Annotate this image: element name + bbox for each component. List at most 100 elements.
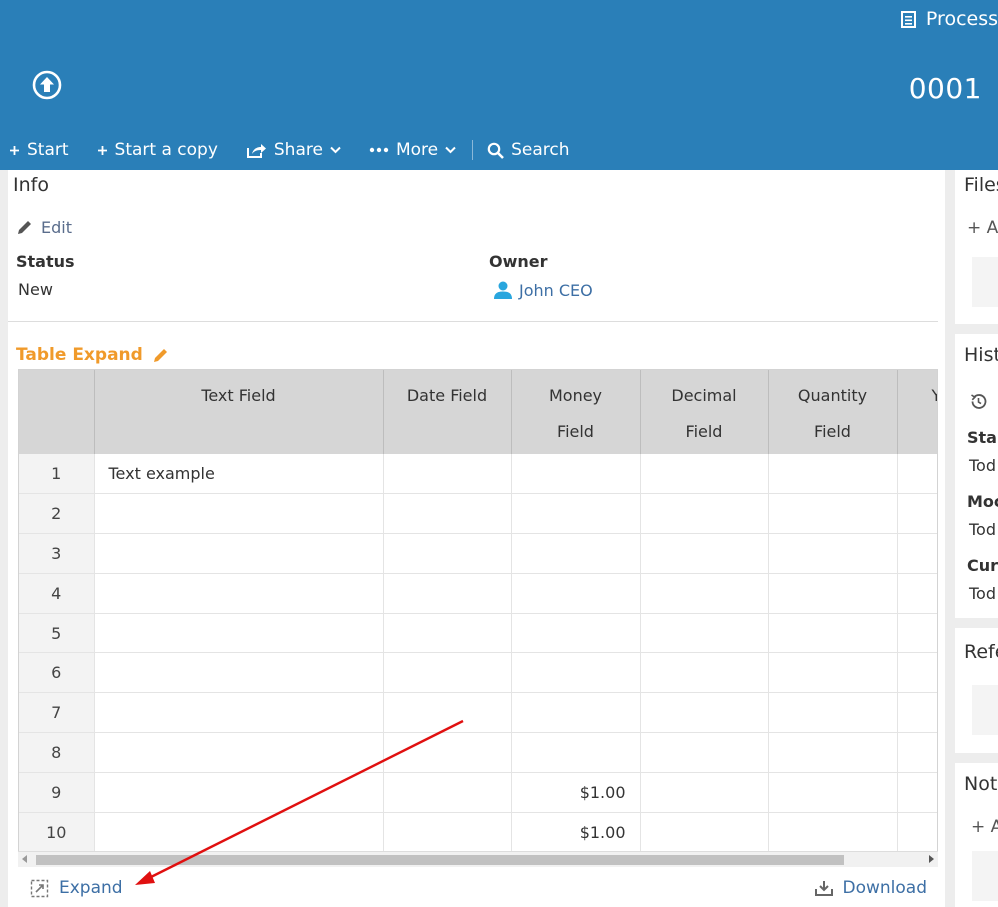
files-add-button[interactable]: + A [967,218,998,238]
table-row[interactable]: 9 $1.00 [19,772,937,813]
table-row[interactable]: 1 Text example [19,454,937,495]
upload-circle-icon[interactable] [32,70,62,100]
truncated-field-cell[interactable] [897,772,937,813]
table-row[interactable]: 5 [19,613,937,654]
table-row[interactable]: 7 [19,692,937,734]
text-field-cell[interactable] [94,772,384,813]
scroll-left-arrow[interactable] [22,855,27,863]
text-field-cell[interactable] [94,613,384,654]
share-dropdown[interactable]: Share [246,140,341,160]
table-row[interactable]: 10 $1.00 [19,812,937,853]
truncated-field-cell[interactable] [897,812,937,853]
text-field-cell[interactable] [94,652,384,694]
header-decimal-field[interactable]: Decimal Field [640,370,769,454]
decimal-field-cell[interactable] [640,652,769,694]
date-field-cell[interactable] [383,613,512,654]
quantity-field-cell[interactable] [768,493,898,535]
notes-box[interactable] [972,851,998,901]
money-field-cell[interactable]: $1.00 [511,812,641,853]
money-field-cell[interactable] [511,533,641,574]
decimal-field-cell[interactable] [640,493,769,535]
truncated-field-cell[interactable] [897,613,937,654]
truncated-field-cell[interactable] [897,652,937,694]
text-field-cell[interactable] [94,732,384,773]
files-dropzone[interactable] [972,257,998,307]
decimal-field-cell[interactable] [640,454,769,495]
quantity-field-cell[interactable] [768,692,898,734]
date-field-cell[interactable] [383,573,512,614]
history-icon[interactable] [969,392,988,411]
header-truncated-field[interactable]: Y [897,370,937,454]
truncated-field-cell[interactable] [897,573,937,614]
date-field-cell[interactable] [383,493,512,535]
edit-button[interactable]: Edit [16,218,72,237]
notes-add-button[interactable]: + A [971,817,998,837]
table-row[interactable]: 6 [19,652,937,694]
table-row[interactable]: 4 [19,573,937,614]
table-row[interactable]: 3 [19,533,937,574]
date-field-cell[interactable] [383,772,512,813]
text-field-cell[interactable] [94,692,384,734]
text-field-cell[interactable] [94,573,384,614]
pencil-icon[interactable] [153,347,169,363]
text-field-cell[interactable]: Text example [94,454,384,495]
text-field-cell[interactable] [94,812,384,853]
table-row[interactable]: 2 [19,493,937,535]
money-field-cell[interactable] [511,493,641,535]
decimal-field-cell[interactable] [640,613,769,654]
truncated-field-cell[interactable] [897,732,937,773]
table-row[interactable]: 8 [19,732,937,773]
data-table: Text Field Date Field Money Field Decimal… [19,370,937,853]
money-field-cell[interactable] [511,732,641,773]
date-field-cell[interactable] [383,454,512,495]
decimal-field-cell[interactable] [640,533,769,574]
download-button[interactable]: Download [815,878,927,898]
date-field-cell[interactable] [383,812,512,853]
owner-link[interactable]: John CEO [493,280,593,300]
quantity-field-cell[interactable] [768,772,898,813]
header-money-field[interactable]: Money Field [511,370,641,454]
quantity-field-cell[interactable] [768,573,898,614]
text-field-cell[interactable] [94,493,384,535]
quantity-field-cell[interactable] [768,732,898,773]
horizontal-scrollbar[interactable] [18,851,938,867]
scroll-thumb[interactable] [36,855,844,865]
money-field-cell[interactable] [511,652,641,694]
date-field-cell[interactable] [383,652,512,694]
scroll-right-arrow[interactable] [929,855,934,863]
money-field-cell[interactable] [511,454,641,495]
quantity-field-cell[interactable] [768,454,898,495]
expand-button[interactable]: Expand [30,878,123,898]
quantity-field-cell[interactable] [768,533,898,574]
decimal-field-cell[interactable] [640,692,769,734]
header-text-field[interactable]: Text Field [94,370,384,454]
decimal-field-cell[interactable] [640,772,769,813]
decimal-field-cell[interactable] [640,573,769,614]
truncated-field-cell[interactable] [897,533,937,574]
date-field-cell[interactable] [383,533,512,574]
decimal-field-cell[interactable] [640,812,769,853]
search-button[interactable]: Search [487,140,570,160]
date-field-cell[interactable] [383,692,512,734]
info-title: Info [13,174,49,196]
table-expand-grid[interactable]: Text Field Date Field Money Field Decimal… [18,369,938,867]
truncated-field-cell[interactable] [897,493,937,535]
money-field-cell[interactable] [511,613,641,654]
quantity-field-cell[interactable] [768,613,898,654]
start-button[interactable]: Start [9,140,69,160]
quantity-field-cell[interactable] [768,652,898,694]
text-field-cell[interactable] [94,533,384,574]
money-field-cell[interactable] [511,692,641,734]
date-field-cell[interactable] [383,732,512,773]
process-breadcrumb[interactable]: Process [900,8,998,30]
decimal-field-cell[interactable] [640,732,769,773]
start-copy-button[interactable]: Start a copy [97,140,218,160]
money-field-cell[interactable] [511,573,641,614]
header-date-field[interactable]: Date Field [383,370,512,454]
truncated-field-cell[interactable] [897,692,937,734]
quantity-field-cell[interactable] [768,812,898,853]
truncated-field-cell[interactable] [897,454,937,495]
money-field-cell[interactable]: $1.00 [511,772,641,813]
header-quantity-field[interactable]: Quantity Field [768,370,898,454]
more-dropdown[interactable]: More [369,140,456,160]
